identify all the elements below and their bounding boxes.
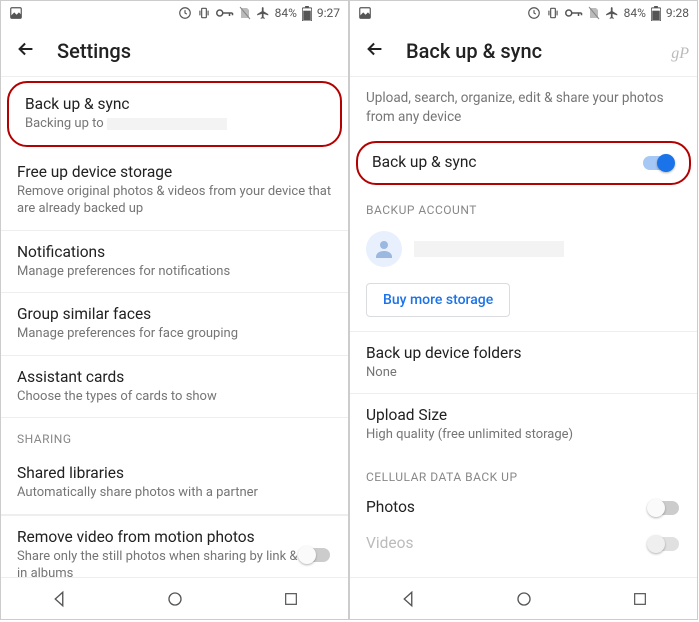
picture-icon <box>9 6 23 20</box>
watermark: gP <box>671 45 689 63</box>
no-sim-icon <box>239 6 251 20</box>
buy-storage-button[interactable]: Buy more storage <box>366 283 510 317</box>
nav-bar <box>350 577 697 619</box>
row-sub: Automatically share photos with a partne… <box>17 484 332 502</box>
backup-sync-screen: gP 84% 9:28 Back up & sync Upload, searc… <box>349 0 698 620</box>
status-bar: 84% 9:27 <box>1 1 348 25</box>
key-icon <box>565 8 583 18</box>
section-cellular: CELLULAR DATA BACK UP <box>350 456 697 490</box>
settings-list: Back up & sync Backing up to Free up dev… <box>1 77 348 577</box>
nav-bar <box>1 577 348 619</box>
toggle-label: Back up & sync <box>372 153 477 171</box>
group-faces-row[interactable]: Group similar faces Manage preferences f… <box>1 293 348 356</box>
remove-video-row[interactable]: Remove video from motion photos Share on… <box>1 515 348 577</box>
account-row[interactable] <box>350 223 697 279</box>
row-title: Upload Size <box>366 406 681 424</box>
row-title: Free up device storage <box>17 163 332 181</box>
notifications-row[interactable]: Notifications Manage preferences for not… <box>1 231 348 294</box>
update-icon <box>527 6 541 20</box>
row-sub: Manage preferences for notifications <box>17 263 332 281</box>
settings-screen: 84% 9:27 Settings Back up & sync Backing… <box>0 0 349 620</box>
section-account: BACKUP ACCOUNT <box>350 189 697 223</box>
row-sub: None <box>366 364 681 382</box>
row-title: Shared libraries <box>17 464 332 482</box>
cellular-photos-row[interactable]: Photos <box>350 490 697 526</box>
nav-back-icon[interactable] <box>50 590 68 608</box>
battery-icon <box>302 6 312 21</box>
device-folders-row[interactable]: Back up device folders None <box>350 332 697 395</box>
row-sub: Remove original photos & videos from you… <box>17 183 332 218</box>
airplane-icon <box>256 6 270 20</box>
shared-libraries-row[interactable]: Shared libraries Automatically share pho… <box>1 452 348 515</box>
row-sub: Share only the still photos when sharing… <box>17 548 298 577</box>
row-title: Notifications <box>17 243 332 261</box>
row-title: Group similar faces <box>17 305 332 323</box>
row-title: Back up device folders <box>366 344 681 362</box>
clock-time: 9:28 <box>666 6 689 20</box>
app-bar: Back up & sync <box>350 25 697 77</box>
back-icon[interactable] <box>15 38 37 64</box>
status-bar: 84% 9:28 <box>350 1 697 25</box>
row-title: Remove video from motion photos <box>17 528 298 546</box>
cellular-videos-toggle <box>647 534 681 554</box>
cellular-videos-row: Videos <box>350 526 697 562</box>
cellular-photos-toggle[interactable] <box>647 498 681 518</box>
nav-home-icon[interactable] <box>515 590 533 608</box>
nav-home-icon[interactable] <box>166 590 184 608</box>
battery-percent: 84% <box>624 6 646 20</box>
battery-icon <box>651 6 661 21</box>
row-sub: Choose the types of cards to show <box>17 388 332 406</box>
assistant-cards-row[interactable]: Assistant cards Choose the types of card… <box>1 356 348 419</box>
vibrate-icon <box>546 6 560 20</box>
battery-percent: 84% <box>275 6 297 20</box>
row-sub: Backing up to <box>25 115 324 133</box>
vibrate-icon <box>197 6 211 20</box>
videos-label: Videos <box>366 534 413 552</box>
nav-back-icon[interactable] <box>399 590 417 608</box>
key-icon <box>216 8 234 18</box>
backup-sync-toggle[interactable] <box>641 153 675 173</box>
nav-recent-icon[interactable] <box>283 591 299 607</box>
description: Upload, search, organize, edit & share y… <box>350 77 697 137</box>
backup-content: Upload, search, organize, edit & share y… <box>350 77 697 577</box>
back-icon[interactable] <box>364 38 386 64</box>
backup-sync-toggle-row[interactable]: Back up & sync <box>358 143 689 183</box>
row-sub: High quality (free unlimited storage) <box>366 426 681 444</box>
redacted-account <box>107 118 227 130</box>
page-title: Settings <box>57 39 131 63</box>
clock-time: 9:27 <box>317 6 340 20</box>
app-bar: Settings <box>1 25 348 77</box>
free-storage-row[interactable]: Free up device storage Remove original p… <box>1 151 348 231</box>
redacted-email <box>414 241 564 257</box>
picture-icon <box>358 6 372 20</box>
update-icon <box>178 6 192 20</box>
remove-video-toggle[interactable] <box>298 545 332 565</box>
upload-size-row[interactable]: Upload Size High quality (free unlimited… <box>350 394 697 456</box>
highlight-oval: Back up & sync <box>356 141 691 185</box>
photos-label: Photos <box>366 498 415 516</box>
section-sharing: SHARING <box>1 418 348 452</box>
row-sub: Manage preferences for face grouping <box>17 325 332 343</box>
nav-recent-icon[interactable] <box>632 591 648 607</box>
highlight-oval: Back up & sync Backing up to <box>7 81 342 147</box>
airplane-icon <box>605 6 619 20</box>
page-title: Back up & sync <box>406 39 542 63</box>
avatar-icon <box>366 231 402 267</box>
backup-sync-row[interactable]: Back up & sync Backing up to <box>9 83 340 145</box>
row-title: Assistant cards <box>17 368 332 386</box>
row-title: Back up & sync <box>25 95 324 113</box>
no-sim-icon <box>588 6 600 20</box>
